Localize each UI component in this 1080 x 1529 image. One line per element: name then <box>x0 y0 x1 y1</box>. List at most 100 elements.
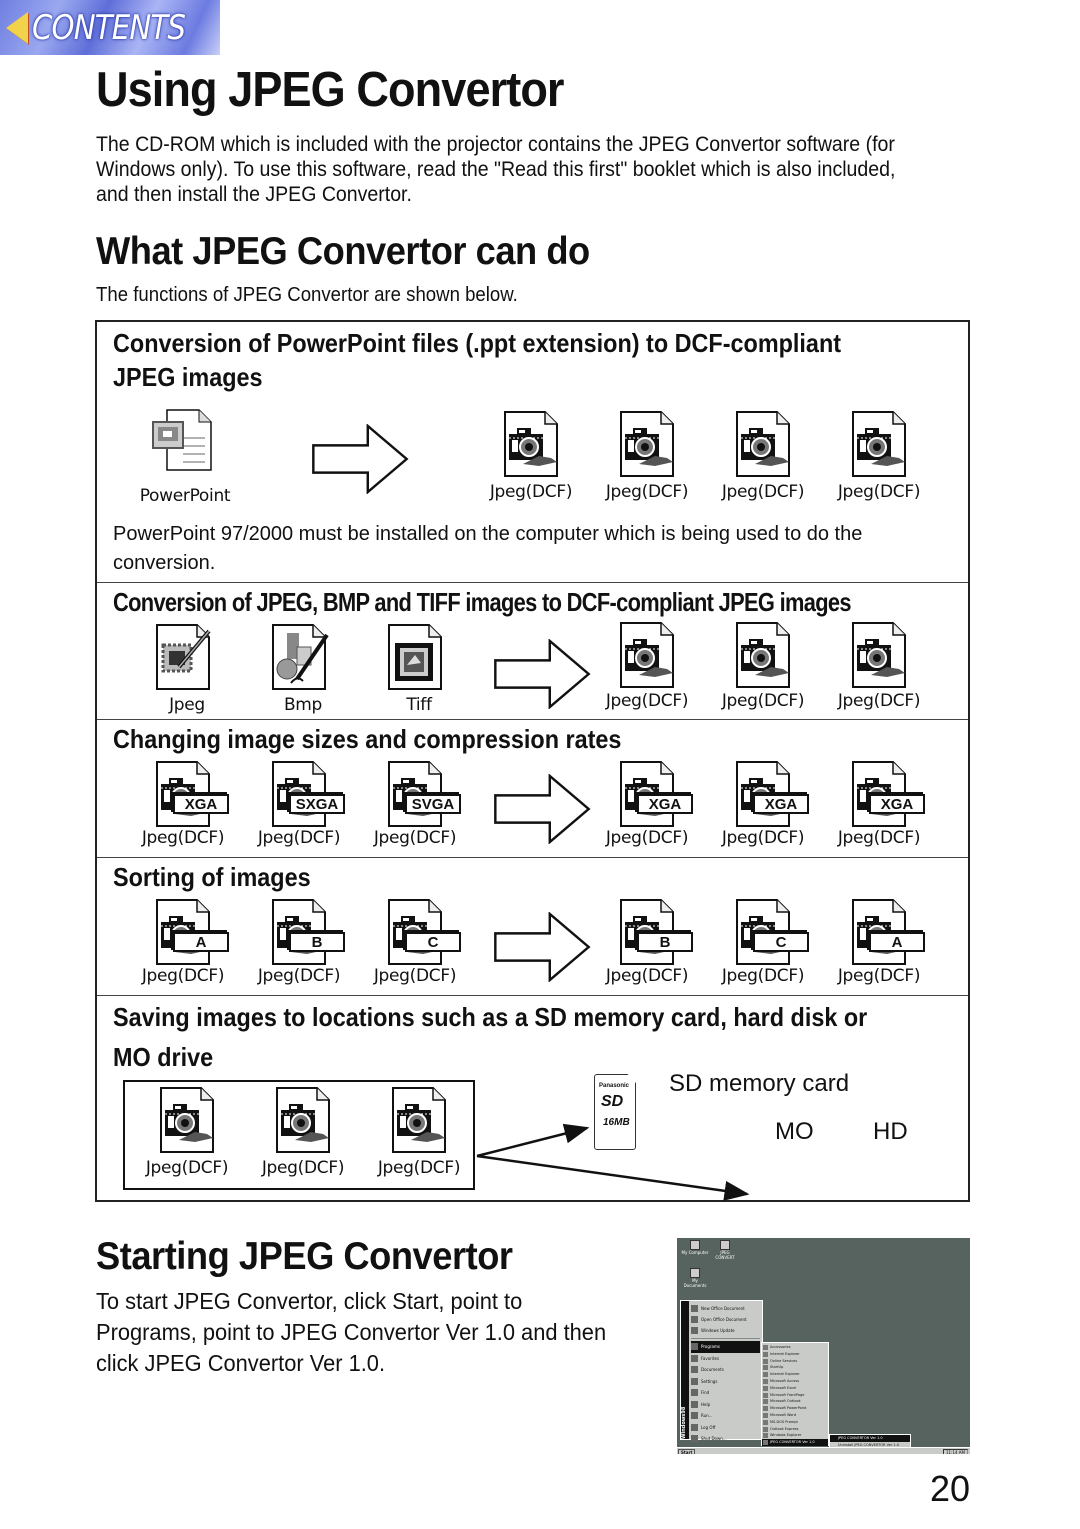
function-saving: Saving images to locations such as a SD … <box>97 996 968 1202</box>
start-menu-item[interactable]: Shut Down... <box>691 1433 760 1445</box>
start-button[interactable]: Start <box>678 1448 696 1454</box>
jpeg-dcf-file-icon <box>847 621 911 689</box>
desktop-icon[interactable]: JPEG CONVERT <box>711 1240 739 1260</box>
start-menu-item[interactable]: Settings <box>691 1376 760 1388</box>
start-menu-item[interactable]: Windows Update <box>691 1325 760 1336</box>
programs-menu-item[interactable]: MS-DOS Prompt <box>762 1419 828 1426</box>
jpeg-dcf-file-icon <box>731 621 795 689</box>
jpeg-dcf-file-icon <box>271 1086 335 1154</box>
input-caption: Jpeg(DCF) <box>261 1158 345 1178</box>
size-badge: XGA <box>753 794 809 814</box>
programs-menu-item[interactable]: Microsoft Outlook <box>762 1398 828 1405</box>
input-caption: Tiff <box>406 695 432 715</box>
programs-menu-item[interactable]: Outlook Express <box>762 1426 828 1433</box>
start-menu-item-label: Run... <box>701 1413 713 1418</box>
start-menu-item[interactable]: Programs <box>691 1341 760 1353</box>
contents-button[interactable]: CONTENTS <box>0 0 220 55</box>
size-badge: XGA <box>637 794 693 814</box>
back-arrow-icon <box>6 11 28 44</box>
size-badge: A <box>869 932 925 952</box>
jpeg-dcf-badge-file-icon: XGA <box>731 760 811 828</box>
jpeg-dcf-file-icon <box>615 621 679 689</box>
programs-menu-item-label: Microsoft Outlook <box>770 1399 801 1404</box>
submenu-item-label: JPEG CONVERTOR Ver 1.0 <box>838 1436 883 1440</box>
start-menu-item-label: New Office Document <box>701 1306 745 1311</box>
programs-menu-item-label: Internet Explorer <box>770 1372 800 1377</box>
programs-menu-item[interactable]: Accessories <box>762 1344 828 1351</box>
desktop-icon[interactable]: My Documents <box>681 1268 709 1288</box>
programs-menu: Accessories Internet Explorer Online Servi… <box>761 1342 829 1446</box>
programs-menu-item-label: Microsoft Excel <box>770 1385 797 1390</box>
jpeg-dcf-file-icon <box>731 410 795 478</box>
programs-menu-item[interactable]: Online Services <box>762 1358 828 1365</box>
output-caption: Jpeg(DCF) <box>721 691 805 711</box>
jpeg-convertor-submenu: JPEG CONVERTOR Ver 1.0 Uninstall JPEG CON… <box>829 1434 911 1448</box>
desktop-icon-label: My Computer <box>681 1250 709 1255</box>
input-caption: Jpeg(DCF) <box>257 828 341 848</box>
jpeg-dcf-file-icon <box>847 410 911 478</box>
output-caption: Jpeg(DCF) <box>837 482 921 502</box>
start-menu-item[interactable]: Run... <box>691 1410 760 1422</box>
start-menu-item-label: Help <box>701 1401 711 1407</box>
size-badge: SXGA <box>289 794 345 814</box>
size-badge: XGA <box>869 794 925 814</box>
function-powerpoint: Conversion of PowerPoint files (.ppt ext… <box>97 322 968 583</box>
jpeg-dcf-badge-file-icon: XGA <box>151 760 231 828</box>
mo-label: MO <box>775 1118 814 1145</box>
start-menu-item[interactable]: Open Office Document <box>691 1314 760 1325</box>
output-caption: Jpeg(DCF) <box>721 482 805 502</box>
desktop-icon-label: My Documents <box>683 1278 707 1288</box>
input-caption: Jpeg(DCF) <box>141 966 225 986</box>
programs-menu-item[interactable]: JPEG CONVERTOR Ver 1.0 <box>762 1439 828 1446</box>
programs-menu-item[interactable]: StartUp <box>762 1364 828 1371</box>
programs-menu-item[interactable]: Internet Explorer <box>762 1351 828 1358</box>
start-menu-item[interactable]: Log Off <box>691 1422 760 1434</box>
programs-menu-item-label: Microsoft Access <box>770 1378 800 1383</box>
jpeg-dcf-badge-file-icon: XGA <box>847 760 927 828</box>
programs-menu-item[interactable]: Microsoft PowerPoint <box>762 1405 828 1412</box>
start-menu-item[interactable]: Favorites <box>691 1353 760 1365</box>
taskbar: Start 11:14 AM <box>677 1447 970 1454</box>
start-menu-item[interactable]: Find <box>691 1387 760 1399</box>
arrow-right-icon <box>311 424 409 494</box>
windows-start-menu-screenshot: My Computer JPEG CONVERT My Documents Windo… <box>677 1238 970 1454</box>
size-badge: C <box>405 932 461 952</box>
programs-menu-item-label: Online Services <box>770 1358 798 1363</box>
programs-menu-item[interactable]: Microsoft Excel <box>762 1385 828 1392</box>
desktop-icon[interactable]: My Computer <box>681 1240 709 1255</box>
size-badge: B <box>289 932 345 952</box>
programs-menu-item-label: MS-DOS Prompt <box>770 1419 798 1424</box>
input-caption: PowerPoint <box>139 486 231 506</box>
jpeg-dcf-file-icon <box>155 1086 219 1154</box>
jpeg-dcf-badge-file-icon: C <box>383 898 463 966</box>
programs-menu-item[interactable]: Windows Explorer <box>762 1432 828 1439</box>
output-caption: Jpeg(DCF) <box>721 966 805 986</box>
sd-card-brand: Panasonic <box>599 1083 630 1089</box>
programs-menu-item[interactable]: Microsoft FrontPage <box>762 1392 828 1399</box>
intro-paragraph: The CD-ROM which is included with the pr… <box>96 133 896 206</box>
start-menu-item[interactable]: Documents <box>691 1364 760 1376</box>
function-title: Saving images to locations such as a SD … <box>113 1002 868 1032</box>
programs-menu-item[interactable]: Internet Explorer <box>762 1371 828 1378</box>
input-caption: Jpeg(DCF) <box>377 1158 461 1178</box>
starting-title: Starting JPEG Convertor <box>96 1235 513 1278</box>
programs-menu-item-label: Microsoft PowerPoint <box>770 1406 807 1411</box>
programs-menu-item-label: JPEG CONVERTOR Ver 1.0 <box>770 1440 815 1445</box>
jpeg-dcf-badge-file-icon: A <box>847 898 927 966</box>
start-menu-item[interactable]: New Office Document <box>691 1303 760 1314</box>
programs-menu-item-label: Microsoft Word <box>770 1412 797 1417</box>
input-caption: Jpeg(DCF) <box>373 828 457 848</box>
programs-menu-item[interactable]: Microsoft Word <box>762 1412 828 1419</box>
start-menu-item[interactable]: Help <box>691 1399 760 1411</box>
programs-menu-item[interactable]: Microsoft Access <box>762 1378 828 1385</box>
tiff-file-icon <box>383 623 447 691</box>
start-menu: Windows98 New Office Document Open Office … <box>680 1300 763 1442</box>
output-caption: Jpeg(DCF) <box>605 691 689 711</box>
jpeg-dcf-badge-file-icon: SVGA <box>383 760 463 828</box>
start-menu-item-label: Open Office Document <box>701 1317 747 1322</box>
submenu-item-label: Uninstall JPEG CONVERTOR Ver 1.0 <box>838 1442 899 1447</box>
start-menu-item-label: Windows Update <box>701 1328 735 1333</box>
size-badge: SVGA <box>405 794 461 814</box>
powerpoint-file-icon <box>152 409 212 471</box>
output-caption: Jpeg(DCF) <box>489 482 573 502</box>
